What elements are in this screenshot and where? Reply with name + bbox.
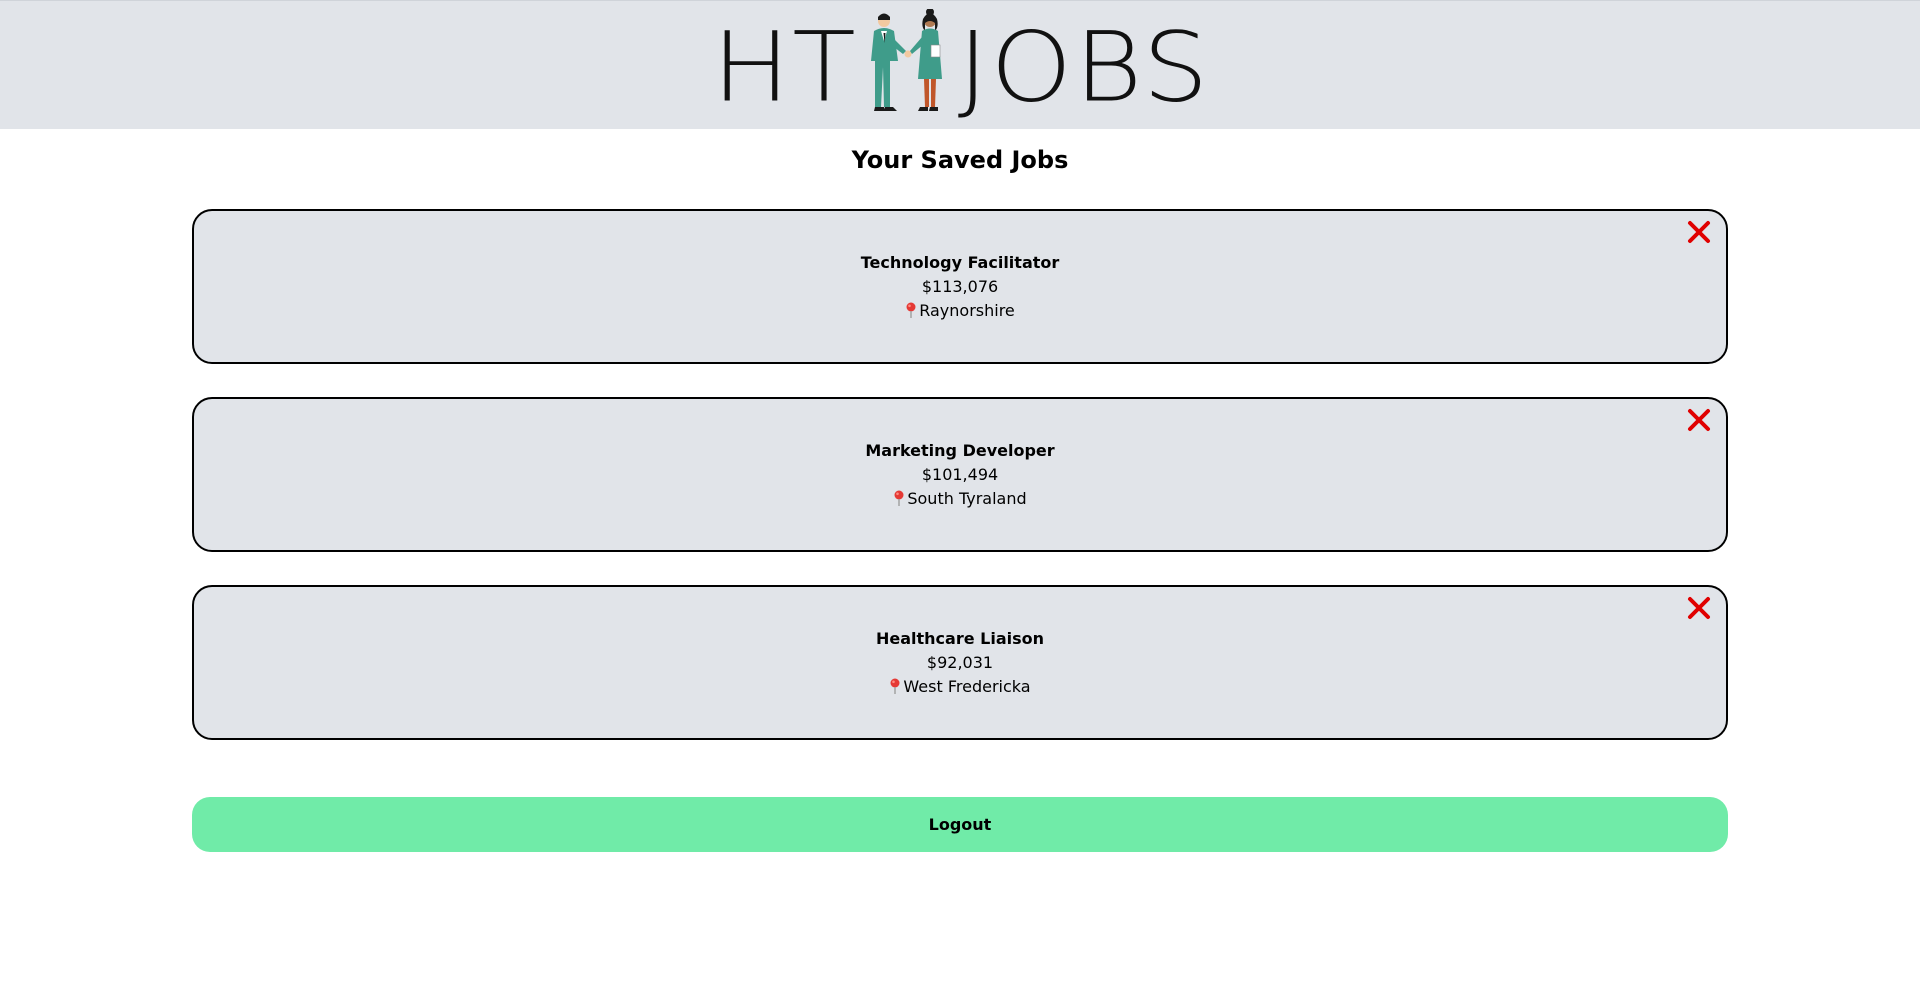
job-title: Healthcare Liaison xyxy=(875,628,1045,648)
handshake-people-icon xyxy=(870,9,942,111)
location-pin-icon xyxy=(890,678,900,694)
job-card[interactable]: Healthcare Liaison $92,031 West Frederic… xyxy=(192,585,1728,740)
remove-job-button[interactable] xyxy=(1686,219,1712,245)
job-location: Raynorshire xyxy=(905,299,1015,323)
job-location-text: Raynorshire xyxy=(919,300,1015,320)
job-location-text: West Fredericka xyxy=(903,676,1031,696)
job-card[interactable]: Technology Facilitator $113,076 Raynorsh… xyxy=(192,209,1728,364)
job-title: Marketing Developer xyxy=(865,440,1055,460)
location-pin-icon xyxy=(894,490,904,506)
job-salary: $101,494 xyxy=(921,464,999,484)
saved-jobs-list: Technology Facilitator $113,076 Raynorsh… xyxy=(192,209,1728,773)
remove-job-button[interactable] xyxy=(1686,595,1712,621)
job-location: South Tyraland xyxy=(893,487,1027,511)
job-salary: $113,076 xyxy=(921,276,999,296)
site-header: HT JOBS xyxy=(0,0,1920,129)
location-pin-icon xyxy=(906,302,916,318)
job-location: West Fredericka xyxy=(889,675,1031,699)
page-title: Your Saved Jobs xyxy=(851,146,1069,174)
remove-job-button[interactable] xyxy=(1686,407,1712,433)
job-title: Technology Facilitator xyxy=(860,252,1060,272)
close-icon xyxy=(1688,409,1710,431)
close-icon xyxy=(1688,597,1710,619)
logo-text-right: JOBS xyxy=(957,10,1211,124)
job-salary: $92,031 xyxy=(926,652,994,672)
close-icon xyxy=(1688,221,1710,243)
logo-text-left: HT xyxy=(712,10,858,124)
site-logo[interactable]: HT JOBS xyxy=(712,9,1212,125)
job-location-text: South Tyraland xyxy=(907,488,1027,508)
logout-button[interactable]: Logout xyxy=(192,797,1728,852)
job-card[interactable]: Marketing Developer $101,494 South Tyral… xyxy=(192,397,1728,552)
